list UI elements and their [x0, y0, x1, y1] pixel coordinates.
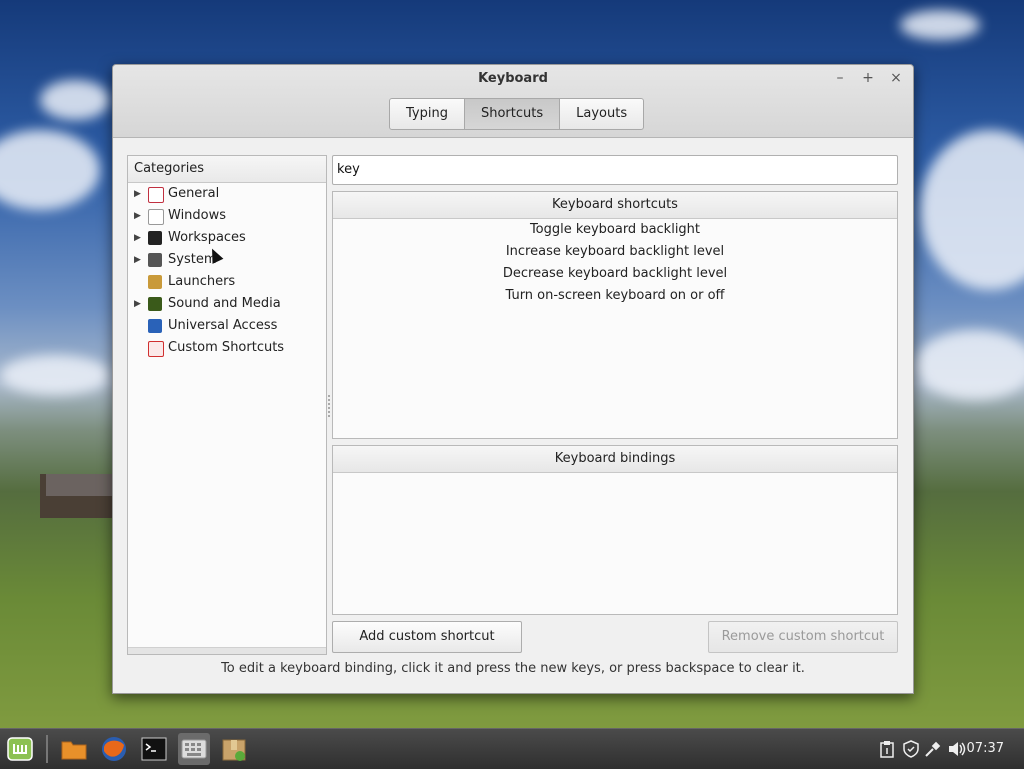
- search-field[interactable]: [332, 155, 898, 185]
- general-icon: [148, 187, 164, 203]
- cloud: [920, 130, 1024, 290]
- firefox-icon: [102, 737, 126, 761]
- system-icon: [148, 253, 162, 267]
- category-universal-access[interactable]: Universal Access: [128, 315, 326, 337]
- tray-clipboard[interactable]: [876, 729, 898, 769]
- shortcut-row[interactable]: Increase keyboard backlight level: [333, 241, 897, 263]
- clock[interactable]: 07:37: [967, 729, 1004, 769]
- shortcuts-list: Keyboard shortcuts Toggle keyboard backl…: [332, 191, 898, 439]
- mint-menu-icon: [7, 737, 33, 761]
- category-windows[interactable]: ▶ Windows: [128, 205, 326, 227]
- category-label: Workspaces: [168, 230, 246, 245]
- network-plug-icon: [925, 741, 941, 757]
- category-label: Universal Access: [168, 318, 278, 333]
- keyboard-window-task[interactable]: [178, 733, 210, 765]
- cloud: [40, 80, 110, 120]
- tab-shortcuts[interactable]: Shortcuts: [463, 98, 561, 130]
- categories-list: Categories ▶ General ▶ Windows ▶ Workspa…: [127, 155, 327, 655]
- menu-button[interactable]: [4, 733, 36, 765]
- keyboard-window: Keyboard – + × Typing Shortcuts Layouts …: [112, 64, 914, 694]
- tab-typing[interactable]: Typing: [389, 98, 465, 130]
- clipboard-icon: [880, 741, 894, 758]
- launchers-icon: [148, 275, 162, 289]
- category-label: Launchers: [168, 274, 236, 289]
- category-custom-shortcuts[interactable]: Custom Shortcuts: [128, 337, 326, 359]
- windows-icon: [148, 209, 164, 225]
- shortcut-row[interactable]: Turn on-screen keyboard on or off: [333, 285, 897, 307]
- tray-security[interactable]: [900, 729, 922, 769]
- cloud: [0, 355, 110, 395]
- firefox-launcher[interactable]: [98, 733, 130, 765]
- category-label: Windows: [168, 208, 227, 223]
- shortcut-row[interactable]: Toggle keyboard backlight: [333, 219, 897, 241]
- expander-arrow-icon[interactable]: ▶: [134, 205, 141, 227]
- titlebar[interactable]: Keyboard – + × Typing Shortcuts Layouts: [113, 65, 913, 138]
- custom-shortcuts-icon: [148, 341, 164, 357]
- bindings-list: Keyboard bindings: [332, 445, 898, 615]
- folder-icon: [61, 741, 87, 760]
- category-workspaces[interactable]: ▶ Workspaces: [128, 227, 326, 249]
- minimize-button[interactable]: –: [831, 69, 849, 87]
- category-sound-and-media[interactable]: ▶ Sound and Media: [128, 293, 326, 315]
- terminal-icon: [141, 737, 167, 761]
- add-custom-shortcut-button[interactable]: Add custom shortcut: [332, 621, 522, 653]
- shield-icon: [903, 740, 919, 758]
- category-system[interactable]: ▶ System: [128, 249, 326, 271]
- categories-header[interactable]: Categories: [128, 156, 326, 183]
- shortcuts-header[interactable]: Keyboard shortcuts: [333, 192, 897, 219]
- cloud: [900, 10, 980, 40]
- keyboard-icon: [181, 739, 207, 759]
- barn-roof: [46, 474, 112, 496]
- tab-bar: Typing Shortcuts Layouts: [389, 98, 645, 130]
- package-installer-launcher[interactable]: [218, 733, 250, 765]
- tray-network[interactable]: [922, 729, 944, 769]
- category-label: Custom Shortcuts: [168, 340, 285, 355]
- terminal-launcher[interactable]: [138, 733, 170, 765]
- tab-layouts[interactable]: Layouts: [559, 98, 645, 130]
- hint-text: To edit a keyboard binding, click it and…: [221, 661, 805, 676]
- category-label: Sound and Media: [168, 296, 281, 311]
- expander-arrow-icon[interactable]: ▶: [134, 183, 141, 205]
- files-launcher[interactable]: [58, 733, 90, 765]
- expander-arrow-icon[interactable]: ▶: [134, 293, 141, 315]
- sound-media-icon: [148, 297, 162, 311]
- expander-arrow-icon[interactable]: ▶: [134, 227, 141, 249]
- horizontal-scrollbar[interactable]: [128, 647, 326, 654]
- workspaces-icon: [148, 231, 162, 245]
- window-title: Keyboard: [478, 71, 548, 86]
- tray-volume[interactable]: [946, 729, 968, 769]
- volume-icon: [949, 742, 966, 756]
- category-launchers[interactable]: Launchers: [128, 271, 326, 293]
- search-input[interactable]: [333, 156, 881, 182]
- package-icon: [222, 739, 246, 761]
- cloud: [0, 130, 100, 210]
- maximize-button[interactable]: +: [859, 69, 877, 87]
- taskbar-separator: [46, 735, 48, 763]
- close-button[interactable]: ×: [887, 69, 905, 87]
- bindings-header[interactable]: Keyboard bindings: [333, 446, 897, 473]
- shortcut-row[interactable]: Decrease keyboard backlight level: [333, 263, 897, 285]
- expander-arrow-icon[interactable]: ▶: [134, 249, 141, 271]
- category-label: General: [168, 186, 220, 201]
- cloud: [915, 330, 1024, 400]
- remove-custom-shortcut-button[interactable]: Remove custom shortcut: [708, 621, 898, 653]
- taskbar: 07:37: [0, 728, 1024, 769]
- accessibility-icon: [148, 319, 162, 333]
- category-general[interactable]: ▶ General: [128, 183, 326, 205]
